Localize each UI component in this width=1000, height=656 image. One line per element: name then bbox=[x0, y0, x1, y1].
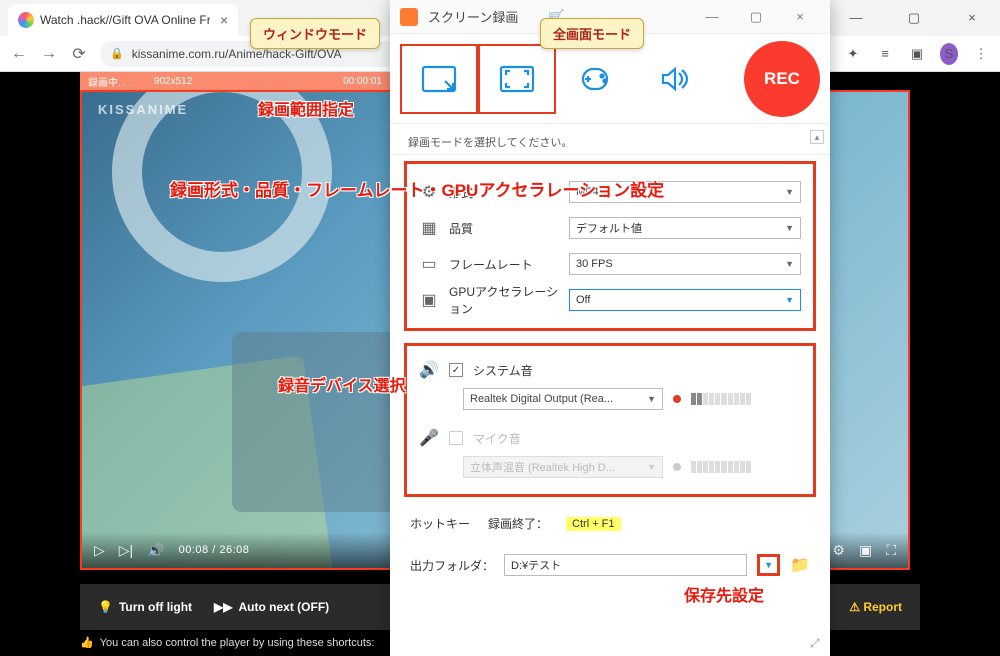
mic-audio-checkbox[interactable] bbox=[449, 431, 463, 445]
stop-record-label: 録画終了： bbox=[488, 515, 548, 532]
quality-label: 品質 bbox=[449, 220, 559, 237]
quality-row: ▦ 品質 デフォルト値▼ bbox=[419, 210, 801, 246]
next-icon[interactable]: ▷| bbox=[119, 542, 133, 559]
output-folder-dropdown[interactable]: ▼ bbox=[757, 554, 780, 576]
tab-favicon-icon bbox=[18, 12, 34, 28]
grid-icon: ▦ bbox=[419, 218, 439, 238]
shortcuts-hint: 👍 You can also control the player by usi… bbox=[80, 636, 374, 649]
system-device-row: Realtek Digital Output (Rea...▼ bbox=[463, 388, 801, 410]
video-time: 00:08 / 26:08 bbox=[179, 544, 250, 556]
mic-device-row: 立体声混音 (Realtek High D...▼ bbox=[463, 456, 801, 478]
browser-tab[interactable]: Watch .hack//Gift OVA Online Fre × bbox=[8, 4, 238, 36]
recording-status: 録画中. . . bbox=[88, 74, 132, 89]
mic-rec-indicator-icon bbox=[673, 463, 681, 471]
output-folder-input[interactable]: D:¥テスト bbox=[504, 554, 747, 576]
browser-window-controls: — ▢ × bbox=[836, 10, 992, 26]
fullscreen-mode-button[interactable] bbox=[478, 44, 556, 114]
format-select[interactable]: MP4▼ bbox=[569, 181, 801, 203]
menu-icon[interactable]: ⋮ bbox=[972, 46, 990, 62]
record-button[interactable]: REC bbox=[744, 41, 820, 117]
settings-icon[interactable]: ⚙ bbox=[832, 542, 845, 559]
system-audio-label: システム音 bbox=[473, 362, 533, 379]
game-mode-button[interactable] bbox=[556, 44, 634, 114]
report-button[interactable]: ⚠ Report bbox=[849, 600, 902, 614]
auto-next-button[interactable]: ▶▶ Auto next (OFF) bbox=[214, 600, 329, 614]
app-maximize-icon[interactable]: ▢ bbox=[736, 5, 776, 29]
play-icon[interactable]: ▷ bbox=[94, 542, 105, 559]
app-icon bbox=[400, 8, 418, 26]
gear-icon: ⚙ bbox=[419, 182, 439, 202]
system-device-select[interactable]: Realtek Digital Output (Rea...▼ bbox=[463, 388, 663, 410]
scroll-up-icon[interactable]: ▴ bbox=[810, 130, 824, 144]
browser-maximize-icon[interactable]: ▢ bbox=[894, 10, 934, 26]
window-mode-button[interactable] bbox=[400, 44, 478, 114]
app-window-controls: — ▢ × bbox=[692, 5, 820, 29]
fps-label: フレームレート bbox=[449, 256, 559, 273]
audio-mode-button[interactable] bbox=[634, 44, 712, 114]
browser-close-icon[interactable]: × bbox=[952, 10, 992, 26]
output-folder-row: 出力フォルダ： D:¥テスト ▼ 📁 bbox=[390, 544, 830, 588]
fullscreen-icon[interactable]: ⛶ bbox=[886, 542, 896, 559]
recording-time: 00:00:01 bbox=[343, 76, 382, 87]
gpu-row: ▣ GPUアクセラレーション Off▼ bbox=[419, 282, 801, 318]
chip-icon: ▣ bbox=[419, 290, 439, 310]
system-rec-indicator-icon bbox=[673, 395, 681, 403]
fps-select[interactable]: 30 FPS▼ bbox=[569, 253, 801, 275]
recorder-app-window: スクリーン録画 🛒 — ▢ × REC 録画モードを選択してください。 ▴ ⚙ bbox=[390, 0, 830, 656]
tab-title: Watch .hack//Gift OVA Online Fre bbox=[40, 13, 210, 27]
speaker-icon: 🔊 bbox=[419, 360, 439, 380]
window-icon[interactable]: ▣ bbox=[908, 46, 926, 62]
video-watermark: KISSANIME bbox=[98, 102, 188, 117]
volume-icon[interactable]: 🔊 bbox=[147, 542, 164, 559]
user-avatar[interactable]: S bbox=[940, 43, 958, 65]
puzzle-icon[interactable]: ✦ bbox=[844, 46, 862, 62]
system-level-meter bbox=[691, 393, 751, 405]
forward-icon[interactable]: → bbox=[40, 45, 58, 63]
gpu-label: GPUアクセラレーション bbox=[449, 283, 559, 317]
mode-message: 録画モードを選択してください。 ▴ bbox=[390, 124, 830, 155]
output-folder-label: 出力フォルダ： bbox=[410, 557, 494, 574]
recording-dimensions: 902x512 bbox=[154, 76, 192, 87]
mic-level-meter bbox=[691, 461, 751, 473]
expand-icon[interactable]: ⤢ bbox=[810, 636, 826, 652]
reload-icon[interactable]: ⟳ bbox=[70, 45, 88, 63]
mic-audio-label: マイク音 bbox=[473, 430, 521, 447]
hotkey-row: ホットキー 録画終了： Ctrl + F1 ⤢ bbox=[390, 503, 830, 544]
app-minimize-icon[interactable]: — bbox=[692, 5, 732, 29]
mic-icon: 🎤 bbox=[419, 428, 439, 448]
callout-fullscreen-mode: 全画面モード bbox=[540, 18, 644, 49]
quality-select[interactable]: デフォルト値▼ bbox=[569, 217, 801, 239]
app-title: スクリーン録画 bbox=[428, 7, 518, 26]
hotkey-value: Ctrl + F1 bbox=[566, 517, 620, 531]
system-audio-row: 🔊 ✓ システム音 bbox=[419, 360, 801, 380]
back-icon[interactable]: ← bbox=[10, 45, 28, 63]
film-icon: ▭ bbox=[419, 254, 439, 274]
audio-settings-section: 🔊 ✓ システム音 Realtek Digital Output (Rea...… bbox=[404, 343, 816, 497]
browser-minimize-icon[interactable]: — bbox=[836, 10, 876, 26]
callout-window-mode: ウィンドウモード bbox=[250, 18, 380, 49]
gpu-select[interactable]: Off▼ bbox=[569, 289, 801, 311]
format-row: ⚙ 形式 MP4▼ bbox=[419, 174, 801, 210]
lock-icon: 🔒 bbox=[110, 47, 124, 60]
app-content: ⚙ 形式 MP4▼ ▦ 品質 デフォルト値▼ ▭ フレームレート 30 FPS▼… bbox=[390, 155, 830, 656]
mic-device-select: 立体声混音 (Realtek High D...▼ bbox=[463, 456, 663, 478]
format-settings-section: ⚙ 形式 MP4▼ ▦ 品質 デフォルト値▼ ▭ フレームレート 30 FPS▼… bbox=[404, 161, 816, 331]
equalizer-icon[interactable]: ≡ bbox=[876, 46, 894, 61]
fps-row: ▭ フレームレート 30 FPS▼ bbox=[419, 246, 801, 282]
recording-status-bar: 録画中. . . 902x512 00:00:01 bbox=[80, 72, 390, 90]
format-label: 形式 bbox=[449, 184, 559, 201]
pip-icon[interactable]: ▣ bbox=[859, 542, 872, 559]
mic-audio-row: 🎤 マイク音 bbox=[419, 428, 801, 448]
turn-off-light-button[interactable]: 💡 Turn off light bbox=[98, 600, 192, 614]
app-close-icon[interactable]: × bbox=[780, 5, 820, 29]
system-audio-checkbox[interactable]: ✓ bbox=[449, 363, 463, 377]
tab-close-icon[interactable]: × bbox=[220, 12, 228, 28]
hotkey-label: ホットキー bbox=[410, 515, 470, 532]
folder-icon[interactable]: 📁 bbox=[790, 555, 810, 575]
